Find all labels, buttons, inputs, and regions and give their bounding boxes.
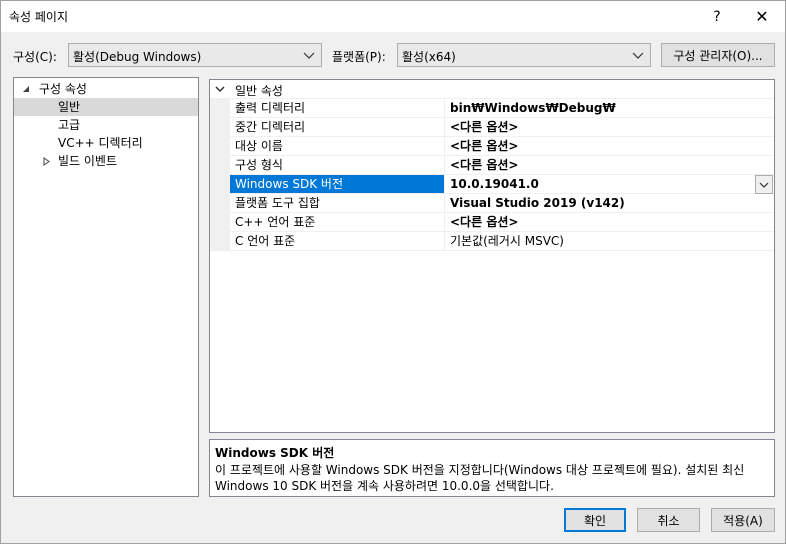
row-gutter xyxy=(210,194,230,213)
property-row[interactable]: C++ 언어 표준 <다른 옵션> xyxy=(210,213,774,232)
property-name: 대상 이름 xyxy=(230,137,445,156)
ok-button[interactable]: 확인 xyxy=(564,508,626,532)
property-row[interactable]: 출력 디렉터리 bin₩Windows₩Debug₩ xyxy=(210,99,774,118)
platform-label: 플랫폼(P): xyxy=(332,50,386,64)
property-name: 출력 디렉터리 xyxy=(230,99,445,118)
category-general-properties[interactable]: 일반 속성 xyxy=(210,80,774,99)
property-value[interactable]: <다른 옵션> xyxy=(445,156,774,175)
row-gutter xyxy=(210,137,230,156)
tree-item-vc-directories[interactable]: VC++ 디렉터리 xyxy=(14,134,198,152)
property-value[interactable]: 기본값(레거시 MSVC) xyxy=(445,232,774,251)
chevron-down-icon xyxy=(759,182,769,188)
property-value[interactable]: 10.0.19041.0 xyxy=(445,175,774,194)
config-manager-button[interactable]: 구성 관리자(O)... xyxy=(661,43,775,67)
property-row[interactable]: 구성 형식 <다른 옵션> xyxy=(210,156,774,175)
property-value[interactable]: <다른 옵션> xyxy=(445,118,774,137)
row-gutter xyxy=(210,232,230,251)
config-dropdown[interactable]: 활성(Debug Windows) xyxy=(68,43,322,67)
help-button[interactable]: ? xyxy=(694,1,740,32)
tree-item-advanced[interactable]: 고급 xyxy=(14,116,198,134)
row-gutter xyxy=(210,99,230,118)
description-text: 이 프로젝트에 사용할 Windows SDK 버전을 지정합니다(Window… xyxy=(215,463,745,493)
row-gutter xyxy=(210,156,230,175)
property-row[interactable]: 대상 이름 <다른 옵션> xyxy=(210,137,774,156)
property-row[interactable]: C 언어 표준 기본값(레거시 MSVC) xyxy=(210,232,774,251)
property-row[interactable]: 플랫폼 도구 집합 Visual Studio 2019 (v142) xyxy=(210,194,774,213)
row-gutter xyxy=(210,175,230,194)
tree-item-label: 고급 xyxy=(58,118,81,132)
collapse-triangle-icon[interactable] xyxy=(22,85,30,93)
property-grid: 일반 속성 출력 디렉터리 bin₩Windows₩Debug₩ 중간 디렉터리… xyxy=(209,79,775,433)
title-bar: 속성 페이지 ? ✕ xyxy=(1,1,785,32)
close-button[interactable]: ✕ xyxy=(739,1,785,32)
cancel-button[interactable]: 취소 xyxy=(637,508,700,532)
chevron-down-icon xyxy=(632,52,644,59)
tree-root-label: 구성 속성 xyxy=(39,82,87,96)
tree-item-general[interactable]: 일반 xyxy=(14,98,198,116)
chevron-down-icon[interactable] xyxy=(215,85,225,93)
property-row-selected[interactable]: Windows SDK 버전 10.0.19041.0 xyxy=(210,175,774,194)
config-label: 구성(C): xyxy=(13,50,57,64)
config-tree: 구성 속성 일반 고급 VC++ 디렉터리 빌드 이벤트 xyxy=(13,77,199,497)
expand-triangle-icon[interactable] xyxy=(43,157,50,166)
window-title: 속성 페이지 xyxy=(9,10,69,24)
tree-item-label: VC++ 디렉터리 xyxy=(58,136,143,150)
property-pages-dialog: 속성 페이지 ? ✕ 구성(C): 활성(Debug Windows) 플랫폼(… xyxy=(0,0,786,544)
property-name: 플랫폼 도구 집합 xyxy=(230,194,445,213)
tree-item-build-events[interactable]: 빌드 이벤트 xyxy=(14,152,198,170)
tree-item-label: 빌드 이벤트 xyxy=(58,154,118,168)
property-row[interactable]: 중간 디렉터리 <다른 옵션> xyxy=(210,118,774,137)
apply-button[interactable]: 적용(A) xyxy=(711,508,775,532)
property-value[interactable]: <다른 옵션> xyxy=(445,213,774,232)
property-value[interactable]: bin₩Windows₩Debug₩ xyxy=(445,99,774,118)
platform-value: 활성(x64) xyxy=(402,50,456,64)
property-name: Windows SDK 버전 xyxy=(230,175,445,194)
tree-root-config-properties[interactable]: 구성 속성 xyxy=(14,80,198,98)
description-panel: Windows SDK 버전 이 프로젝트에 사용할 Windows SDK 버… xyxy=(209,439,775,497)
platform-dropdown[interactable]: 활성(x64) xyxy=(397,43,651,67)
property-value[interactable]: Visual Studio 2019 (v142) xyxy=(445,194,774,213)
property-value[interactable]: <다른 옵션> xyxy=(445,137,774,156)
property-name: C 언어 표준 xyxy=(230,232,445,251)
sdk-version-dropdown-button[interactable] xyxy=(755,175,773,194)
tree-item-label: 일반 xyxy=(58,100,81,114)
row-gutter xyxy=(210,118,230,137)
row-gutter xyxy=(210,213,230,232)
category-label: 일반 속성 xyxy=(235,84,283,98)
config-value: 활성(Debug Windows) xyxy=(73,50,202,64)
chevron-down-icon xyxy=(303,52,315,59)
property-name: 구성 형식 xyxy=(230,156,445,175)
property-name: 중간 디렉터리 xyxy=(230,118,445,137)
description-title: Windows SDK 버전 xyxy=(215,446,335,460)
property-name: C++ 언어 표준 xyxy=(230,213,445,232)
